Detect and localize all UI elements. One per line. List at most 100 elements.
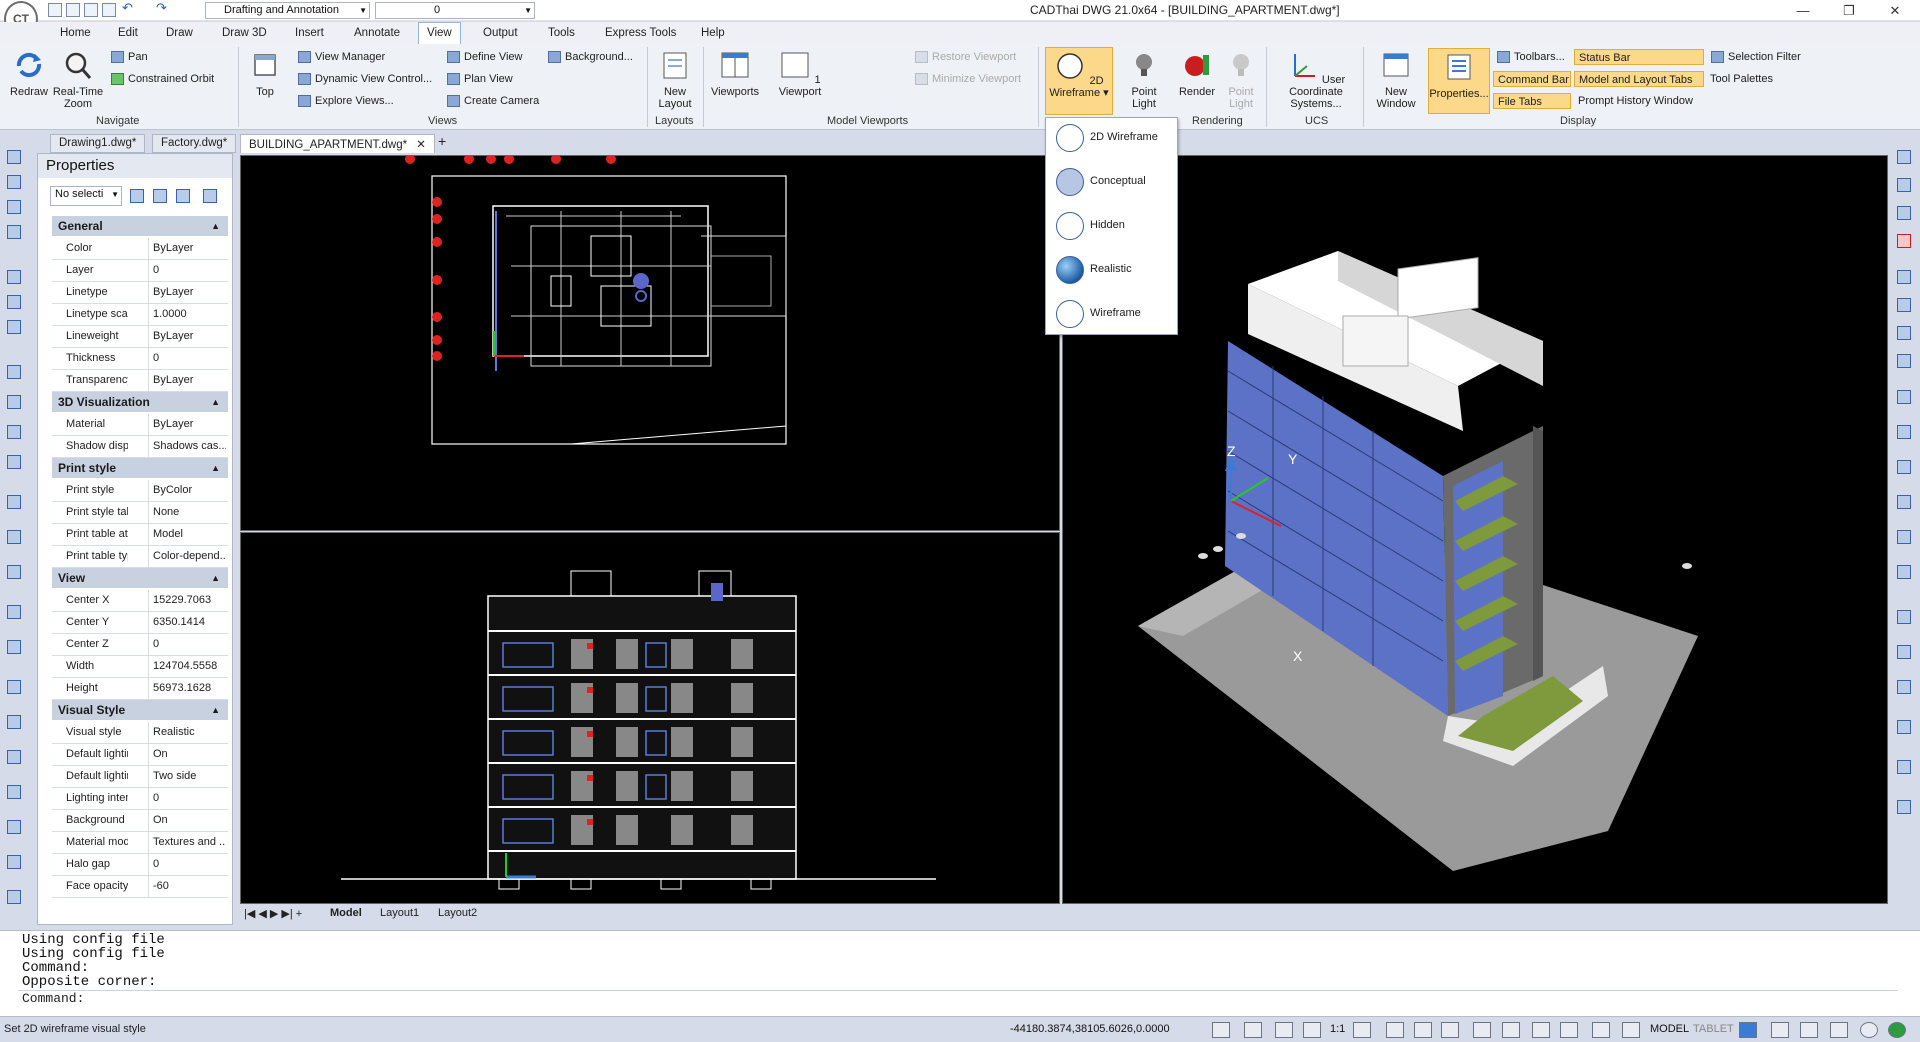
explode-tool-icon[interactable]	[1897, 645, 1911, 659]
property-value[interactable]: Color-depend...	[148, 546, 226, 567]
zoom-extents-tool-icon[interactable]	[7, 855, 21, 869]
restore-viewport-button[interactable]: Restore Viewport	[915, 49, 1016, 65]
property-value[interactable]: 1.0000	[148, 304, 226, 325]
open-file-icon[interactable]	[66, 3, 80, 17]
property-row[interactable]: Thickness 0	[52, 348, 228, 370]
toggle-pickadd-icon[interactable]	[130, 189, 144, 203]
close-tab-icon[interactable]: ✕	[416, 139, 426, 151]
visual-style-wireframe[interactable]: Wireframe	[1046, 294, 1177, 334]
visual-style-hidden[interactable]: Hidden	[1046, 206, 1177, 246]
property-value[interactable]: ByLayer	[148, 414, 226, 435]
property-row[interactable]: Shadow displ... Shadows cas...	[52, 436, 228, 458]
property-value[interactable]: 0	[148, 348, 226, 369]
snap-mode-icon[interactable]	[1414, 1022, 1432, 1038]
property-value[interactable]: On	[148, 810, 226, 831]
property-row[interactable]: Face opacity -60	[52, 876, 228, 898]
doc-tab-factory[interactable]: Factory.dwg*	[152, 134, 237, 153]
layout-nav-icons[interactable]: |◀ ◀ ▶ ▶| +	[244, 907, 302, 920]
section-header[interactable]: Visual Style ▲	[52, 700, 228, 720]
property-row[interactable]: Print style table None	[52, 502, 228, 524]
clean-screen-icon[interactable]	[1800, 1022, 1818, 1038]
property-row[interactable]: Layer 0	[52, 260, 228, 282]
property-row[interactable]: Linetype ByLayer	[52, 282, 228, 304]
copy-tool-icon[interactable]	[1897, 178, 1911, 192]
new-window-button[interactable]: New Window	[1368, 50, 1424, 110]
grid-snap-icon[interactable]	[1212, 1022, 1230, 1038]
property-value[interactable]: 0	[148, 260, 226, 281]
paint-tool-icon[interactable]	[1897, 800, 1911, 814]
tablet-toggle[interactable]: TABLET	[1693, 1023, 1734, 1035]
insert-tool-icon[interactable]	[7, 530, 21, 544]
one-viewport-button[interactable]: 1 Viewport	[772, 50, 828, 98]
move-tool-icon[interactable]	[1897, 680, 1911, 694]
command-bar-toggle[interactable]: Command Bar	[1493, 71, 1571, 87]
menu-draw-3d[interactable]: Draw 3D	[222, 27, 267, 39]
mirror-tool-icon[interactable]	[1897, 206, 1911, 220]
ellipse-tool-icon[interactable]	[7, 295, 21, 309]
layout-tab-layout1[interactable]: Layout1	[380, 907, 419, 919]
property-row[interactable]: Center Y 6350.1414	[52, 612, 228, 634]
info-icon[interactable]	[1860, 1022, 1878, 1038]
section-header[interactable]: 3D Visualization ▲	[52, 392, 228, 412]
model-layout-tabs-toggle[interactable]: Model and Layout Tabs	[1574, 71, 1704, 87]
status-bar-toggle[interactable]: Status Bar	[1574, 49, 1704, 65]
fillet-tool-icon[interactable]	[1897, 530, 1911, 544]
viewport-elevation[interactable]	[240, 532, 1060, 904]
property-value[interactable]: Model	[148, 524, 226, 545]
close-icon[interactable]: ✕	[1880, 1, 1910, 20]
stretch-tool-icon[interactable]	[1897, 326, 1911, 340]
section-header[interactable]: View ▲	[52, 568, 228, 588]
property-value[interactable]: 15229.7063	[148, 590, 226, 611]
visual-style-2d-wireframe[interactable]: 2D Wireframe	[1046, 118, 1177, 158]
layer-select[interactable]: 0 ▼	[375, 2, 535, 19]
hatch-tool-icon[interactable]	[7, 395, 21, 409]
new-file-icon[interactable]	[48, 3, 62, 17]
break-tool-icon[interactable]	[1897, 425, 1911, 439]
viewport-3d[interactable]: Z Y X	[1062, 155, 1888, 904]
transparency-icon[interactable]	[1592, 1022, 1610, 1038]
lineweight-icon[interactable]	[1560, 1022, 1578, 1038]
property-row[interactable]: Print table att... Model	[52, 524, 228, 546]
settings-gear-icon[interactable]	[1739, 1022, 1757, 1038]
rectangle-tool-icon[interactable]	[7, 270, 21, 284]
text-tool-icon[interactable]	[7, 605, 21, 619]
menu-annotate[interactable]: Annotate	[354, 27, 400, 39]
annotation-scale[interactable]: 1:1	[1330, 1023, 1345, 1035]
menu-express-tools[interactable]: Express Tools	[605, 27, 676, 39]
chamfer-tool-icon[interactable]	[1897, 495, 1911, 509]
property-row[interactable]: Lineweight ByLayer	[52, 326, 228, 348]
spline-tool-icon[interactable]	[7, 320, 21, 334]
render-button[interactable]: Render	[1174, 50, 1220, 98]
quick-properties-icon[interactable]	[1622, 1022, 1640, 1038]
zoom-in-tool-icon[interactable]	[7, 750, 21, 764]
property-row[interactable]: Print style ByColor	[52, 480, 228, 502]
property-row[interactable]: Default lighting On	[52, 744, 228, 766]
workspace-icon[interactable]	[1771, 1022, 1789, 1038]
collapse-icon[interactable]: ▲	[211, 458, 220, 478]
visual-style-conceptual[interactable]: Conceptual	[1046, 162, 1177, 202]
zoom-previous-tool-icon[interactable]	[7, 890, 21, 904]
property-value[interactable]: Shadows cas...	[148, 436, 226, 457]
annotation-visibility-icon[interactable]	[1353, 1022, 1371, 1038]
property-row[interactable]: Color ByLayer	[52, 238, 228, 260]
dynamic-view-button[interactable]: Dynamic View Control...	[298, 71, 432, 87]
delete-tool-icon[interactable]	[1897, 234, 1911, 248]
explore-views-button[interactable]: Explore Views...	[298, 93, 394, 109]
property-row[interactable]: Transparency ByLayer	[52, 370, 228, 392]
constrained-orbit-button[interactable]: Constrained Orbit	[111, 71, 214, 87]
join-tool-icon[interactable]	[1897, 460, 1911, 474]
region-tool-icon[interactable]	[7, 425, 21, 439]
properties-match-tool-icon[interactable]	[1897, 760, 1911, 774]
section-header[interactable]: Print style ▲	[52, 458, 228, 478]
property-row[interactable]: Visual style Realistic	[52, 722, 228, 744]
point-light-button[interactable]: Point Light	[1122, 50, 1166, 110]
osnap-icon[interactable]	[1502, 1022, 1520, 1038]
window-layout-icon[interactable]	[1830, 1022, 1848, 1038]
collapse-icon[interactable]: ▲	[211, 216, 220, 236]
property-row[interactable]: Width 124704.5558	[52, 656, 228, 678]
property-row[interactable]: Material mode Textures and ...	[52, 832, 228, 854]
property-row[interactable]: Lighting inten... 0	[52, 788, 228, 810]
edit-tool-icon[interactable]	[1897, 720, 1911, 734]
property-value[interactable]: ByColor	[148, 480, 226, 501]
trim-tool-icon[interactable]	[1897, 354, 1911, 368]
